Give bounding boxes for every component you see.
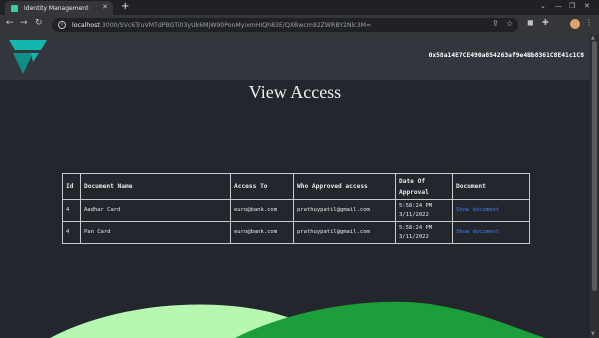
cell-id: 4 [62, 199, 81, 222]
forward-icon[interactable]: → [20, 18, 28, 28]
tab-title: Identity Management [24, 4, 89, 12]
url-text[interactable]: localhost:3000/SVc6TruVMTdPBGTi03yUk6MjW… [72, 22, 371, 29]
cell-document-name: Aadhar Card [80, 199, 231, 222]
tab-favicon-icon [11, 4, 18, 12]
cell-date-time: 5:58:24 PM [399, 202, 433, 209]
column-header-id: Id [62, 173, 81, 200]
page-scrollbar[interactable]: ▲ ▼ [590, 35, 599, 338]
browser-toolbar: ← → ↻ i localhost:3000/SVc6TruVMTdPBGTi0… [0, 15, 599, 35]
page-title: View Access [248, 82, 342, 102]
cell-approved-by: prathuypatil@gmail.com [293, 221, 396, 244]
main-content: View Access Id Document Name Access To W… [0, 80, 590, 338]
cell-document: Show document [452, 221, 530, 244]
cell-document-name: Pan Card [80, 221, 231, 244]
cell-approved-by: prathuypatil@gmail.com [293, 199, 396, 222]
cell-id: 4 [62, 221, 81, 244]
cell-access-to: euro@bank.com [230, 221, 294, 244]
scroll-down-icon[interactable]: ▼ [591, 331, 595, 337]
cell-date-time: 5:58:24 PM [399, 224, 433, 231]
column-header-date: Date Of Approval [395, 173, 453, 200]
table-row: 4 Pan Card euro@bank.com prathuypatil@gm… [62, 221, 530, 244]
decorative-waves [50, 301, 545, 338]
tab-close-icon[interactable]: ✕ [102, 3, 108, 11]
app-logo-icon[interactable] [9, 40, 47, 74]
wave-dark-shape [235, 301, 545, 338]
column-header-access-to: Access To [230, 173, 294, 200]
minimize-icon[interactable]: — [555, 2, 562, 10]
access-table: Id Document Name Access To Who Approved … [62, 173, 530, 244]
show-document-link[interactable]: Show document [456, 207, 499, 213]
share-icon[interactable]: ⇪ [492, 19, 499, 28]
column-header-approved-by: Who Approved access [293, 173, 396, 200]
back-icon[interactable]: ← [6, 18, 14, 28]
browser-tab-bar: Identity Management ✕ + ⌄ — ❐ ✕ [0, 0, 599, 15]
close-window-icon[interactable]: ✕ [584, 2, 590, 10]
address-bar[interactable]: i localhost:3000/SVc6TruVMTdPBGTi03yUk6M… [52, 18, 518, 32]
new-tab-button[interactable]: + [121, 1, 129, 12]
cell-access-to: euro@bank.com [230, 199, 294, 222]
site-info-icon[interactable]: i [58, 21, 66, 29]
tab-search-icon[interactable]: ⌄ [540, 2, 546, 10]
cell-date-day: 3/11/2022 [399, 211, 429, 218]
cell-date: 5:58:24 PM 3/11/2022 [395, 221, 453, 244]
reload-icon[interactable]: ↻ [35, 18, 43, 28]
show-document-link[interactable]: Show document [456, 229, 499, 235]
wallet-address: 0x58a14E7CE490a854263af9e4Bb8361C8E41c1C… [428, 52, 584, 59]
table-header-row: Id Document Name Access To Who Approved … [62, 173, 530, 200]
scroll-thumb[interactable] [592, 41, 597, 291]
app-header: 0x58a14E7CE490a854263af9e4Bb8361C8E41c1C… [0, 35, 590, 80]
column-header-document: Document [452, 173, 530, 200]
browser-tab[interactable]: Identity Management ✕ [5, 1, 113, 15]
cell-date-day: 3/11/2022 [399, 233, 429, 240]
menu-kebab-icon[interactable]: ⋮ [585, 18, 593, 27]
puzzle-icon[interactable]: ✚ [542, 18, 549, 27]
cell-date: 5:58:24 PM 3/11/2022 [395, 199, 453, 222]
cell-document: Show document [452, 199, 530, 222]
column-header-document-name: Document Name [80, 173, 231, 200]
table-row: 4 Aadhar Card euro@bank.com prathuypatil… [62, 199, 530, 222]
maximize-icon[interactable]: ❐ [569, 2, 575, 10]
bookmark-star-icon[interactable]: ☆ [506, 19, 513, 28]
profile-avatar[interactable] [570, 19, 580, 29]
extension-icon[interactable]: ◼ [527, 18, 534, 27]
